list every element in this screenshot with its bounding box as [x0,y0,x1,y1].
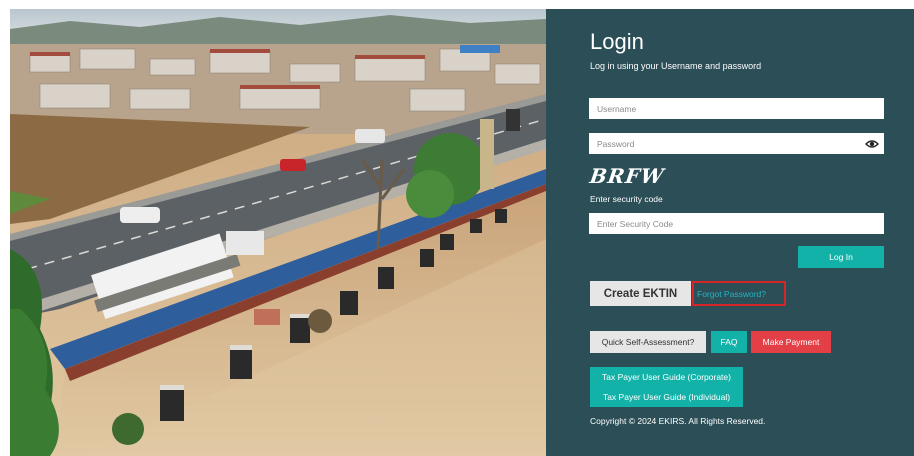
captcha-image: BRFW [588,164,666,188]
login-title: Login [590,29,644,54]
login-subtitle: Log in using your Username and password [590,61,762,71]
create-ektin-button[interactable]: Create EKTIN [590,281,691,306]
security-code-input[interactable] [589,213,884,234]
login-page: Login Log in using your Username and pas… [0,0,914,456]
city-street-photo [10,9,546,456]
guide-corporate-button[interactable]: Tax Payer User Guide (Corporate) [590,367,743,387]
username-input[interactable] [589,98,884,119]
eye-icon[interactable] [865,137,879,151]
login-panel: Login Log in using your Username and pas… [546,9,914,456]
copyright-text: Copyright © 2024 EKIRS. All Rights Reser… [590,416,766,426]
faq-button[interactable]: FAQ [711,331,747,353]
forgot-password-link[interactable]: Forgot Password? [692,281,786,306]
password-input[interactable] [589,133,884,154]
quick-self-assessment-button[interactable]: Quick Self-Assessment? [590,331,706,353]
guide-individual-button[interactable]: Tax Payer User Guide (Individual) [590,387,743,407]
make-payment-button[interactable]: Make Payment [751,331,831,353]
security-code-label: Enter security code [590,194,663,204]
login-button[interactable]: Log In [798,246,884,268]
